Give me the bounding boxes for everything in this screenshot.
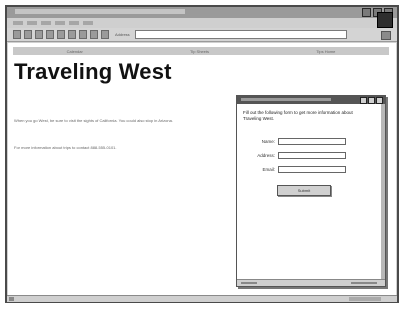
menu-edit[interactable]	[27, 21, 37, 25]
status-bar	[7, 295, 397, 302]
popup-window-controls	[360, 97, 383, 104]
page-viewport: Calendar Tip Sheets Tips Home Traveling …	[8, 43, 396, 295]
toolbar: Address	[7, 28, 397, 42]
name-field[interactable]	[278, 138, 346, 145]
menu-bar	[7, 18, 397, 28]
email-label: Email:	[262, 167, 275, 172]
home-icon[interactable]	[57, 30, 65, 39]
mail-icon[interactable]	[101, 30, 109, 39]
menu-help[interactable]	[83, 21, 93, 25]
name-row: Name:	[237, 138, 346, 145]
history-icon[interactable]	[90, 30, 98, 39]
minimize-icon[interactable]	[362, 8, 371, 17]
popup-status-right	[351, 282, 377, 284]
address-label: Address	[115, 32, 130, 37]
menu-view[interactable]	[41, 21, 51, 25]
nav-item-tip-sheets[interactable]: Tip Sheets	[190, 49, 209, 54]
popup-scrollbar[interactable]	[381, 104, 385, 280]
site-nav: Calendar Tip Sheets Tips Home	[13, 47, 389, 55]
title-bar	[7, 7, 397, 18]
browser-logo-icon	[377, 12, 393, 28]
info-paragraph: For more information about trips to cont…	[14, 145, 117, 150]
window-title-text	[15, 9, 185, 14]
page-status-icon	[9, 297, 14, 301]
address-row: Address:	[237, 152, 346, 159]
address-field[interactable]	[134, 30, 347, 39]
popup-close-icon[interactable]	[376, 97, 383, 104]
popup-status-bar	[237, 279, 385, 286]
forward-icon[interactable]	[24, 30, 32, 39]
security-zone	[349, 297, 381, 301]
popup-title-text	[241, 98, 331, 101]
intro-paragraph: When you go West, be sure to visit the s…	[14, 118, 173, 123]
nav-item-tips-home[interactable]: Tips Home	[316, 49, 335, 54]
popup-window: Fill out the following form to get more …	[236, 95, 386, 287]
popup-minimize-icon[interactable]	[360, 97, 367, 104]
popup-status-left	[241, 282, 257, 284]
page-title: Traveling West	[14, 59, 172, 84]
go-button[interactable]	[381, 31, 391, 40]
email-row: Email:	[237, 166, 346, 173]
refresh-icon[interactable]	[46, 30, 54, 39]
nav-item-calendar[interactable]: Calendar	[67, 49, 83, 54]
name-label: Name:	[261, 139, 275, 144]
back-icon[interactable]	[13, 30, 21, 39]
email-field[interactable]	[278, 166, 346, 173]
search-icon[interactable]	[68, 30, 76, 39]
submit-button[interactable]: Submit	[277, 185, 331, 196]
menu-file[interactable]	[13, 21, 23, 25]
menu-tools[interactable]	[69, 21, 79, 25]
monitor-frame: Address Calendar Tip Sheets Tips Home Tr…	[5, 5, 399, 303]
address-input[interactable]	[278, 152, 346, 159]
favorites-icon[interactable]	[79, 30, 87, 39]
menu-favorites[interactable]	[55, 21, 65, 25]
popup-intro-text: Fill out the following form to get more …	[243, 110, 353, 121]
address-label-field: Address:	[257, 153, 275, 158]
popup-maximize-icon[interactable]	[368, 97, 375, 104]
popup-title-bar	[237, 96, 385, 104]
stop-icon[interactable]	[35, 30, 43, 39]
